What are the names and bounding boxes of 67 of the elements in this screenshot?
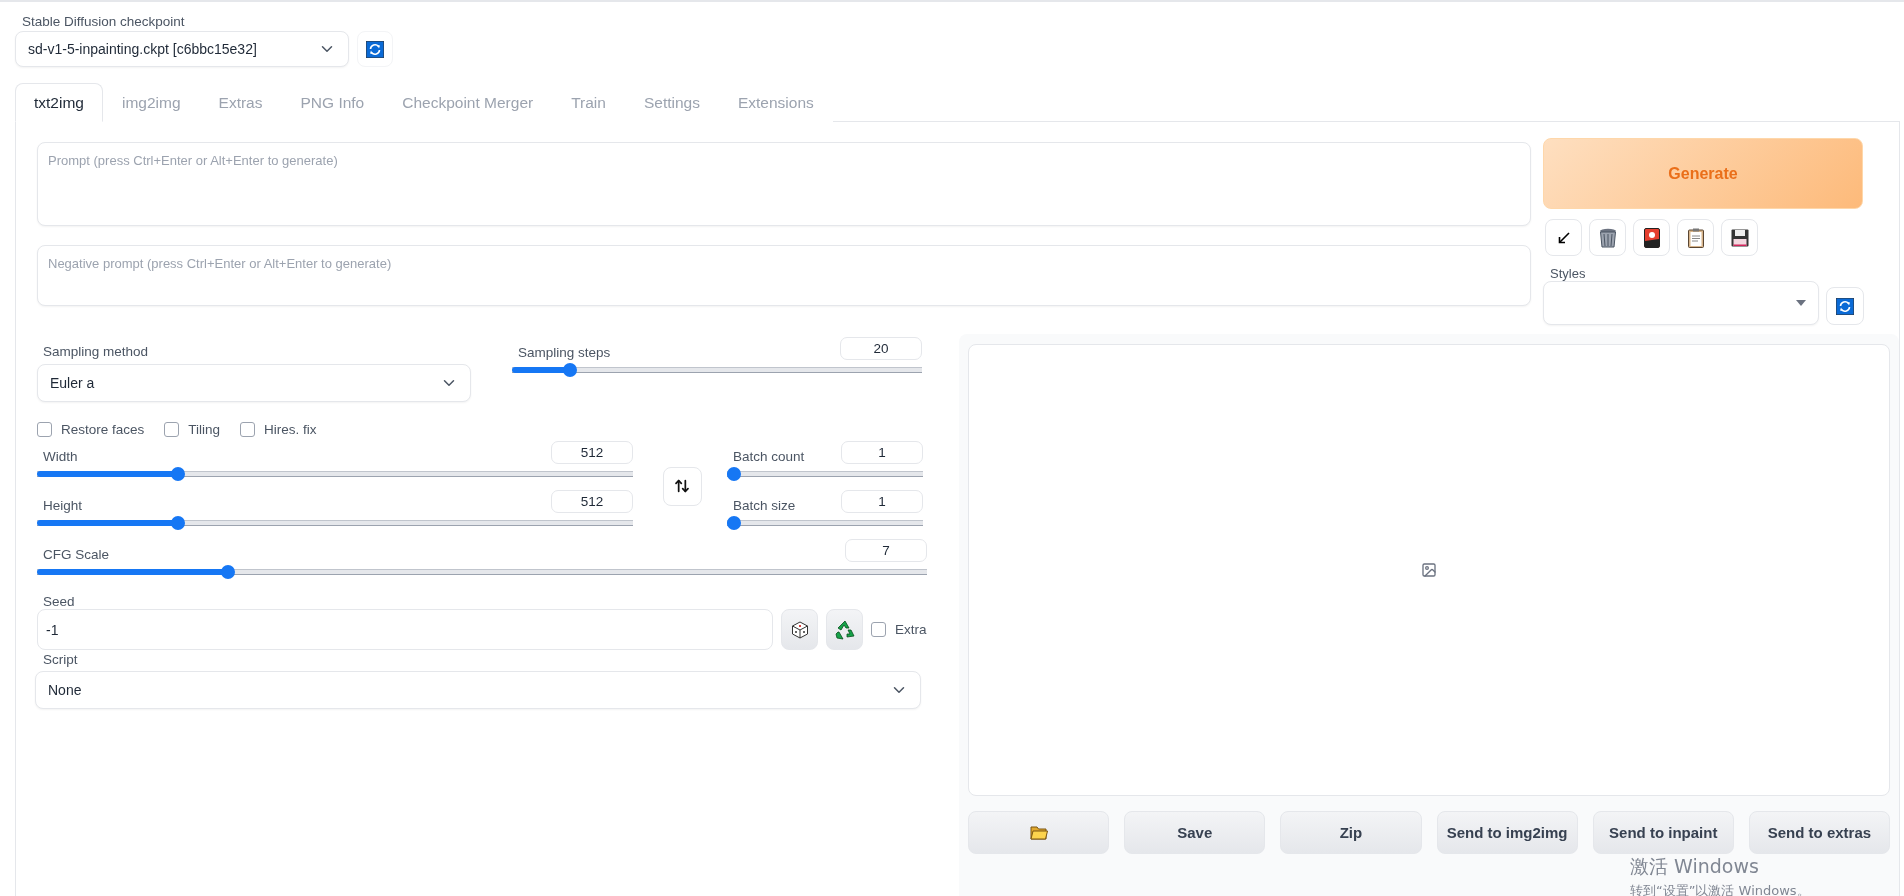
styles-label: Styles (1549, 266, 1587, 281)
tab[interactable]: txt2img (15, 83, 103, 122)
refresh-button[interactable] (357, 31, 393, 67)
gallery-button[interactable]: Send to extras (1748, 811, 1891, 854)
caret-icon (1796, 300, 1806, 306)
recycle-icon (834, 619, 855, 640)
slider-thumb[interactable] (727, 467, 741, 481)
gallery-button[interactable]: Send to img2img (1436, 811, 1578, 854)
sampling-method-dropdown[interactable]: Euler a (37, 364, 471, 402)
arrow-icon (1556, 230, 1571, 245)
card-icon (1643, 227, 1660, 248)
slider-label: Batch size (733, 498, 796, 513)
slider-label: CFG Scale (43, 547, 110, 562)
checkpoint-dropdown[interactable]: sd-v1-5-inpainting.ckpt [c6bbc15e32] (15, 31, 349, 67)
open-folder-button[interactable] (968, 811, 1110, 854)
checkbox[interactable] (37, 422, 52, 437)
checkbox-label: Hires. fix (264, 422, 317, 437)
folder-icon (1029, 825, 1048, 840)
swap-icon (674, 478, 690, 494)
slider-thumb[interactable] (563, 363, 578, 377)
checkbox[interactable] (164, 422, 180, 437)
trash-icon (1598, 227, 1617, 248)
script-dropdown[interactable]: None (35, 671, 921, 709)
checkbox-label: Restore faces (61, 422, 145, 437)
negative-prompt-field[interactable]: Negative prompt (press Ctrl+Enter or Alt+Enter to generate) (37, 245, 1531, 306)
slider-thumb[interactable] (170, 516, 185, 530)
slider-label: Width (43, 449, 78, 464)
checkbox-label: Extra (895, 622, 927, 637)
slider-label: Height (43, 498, 83, 513)
checkbox-label: Tiling (188, 422, 221, 437)
checkbox[interactable] (240, 422, 256, 437)
number-field[interactable]: 20 (840, 337, 922, 360)
slider-thumb[interactable] (170, 467, 185, 481)
gallery-button[interactable]: Send to inpaint (1592, 811, 1734, 854)
dice-icon (790, 620, 809, 639)
refresh-icon (1836, 297, 1854, 315)
number-field[interactable]: 512 (551, 490, 633, 513)
save-style-button[interactable] (1721, 219, 1758, 256)
checkbox[interactable] (871, 622, 886, 637)
number-field[interactable]: 7 (845, 539, 927, 562)
prompt-field[interactable]: Prompt (press Ctrl+Enter or Alt+Enter to generate) (37, 142, 1531, 226)
reuse-seed-button[interactable] (826, 609, 863, 650)
card-button[interactable] (1633, 219, 1670, 256)
number-field[interactable]: 512 (551, 441, 633, 464)
slider-thumb[interactable] (220, 565, 235, 579)
number-field[interactable]: 1 (841, 441, 923, 464)
slider-label: Batch count (733, 449, 805, 464)
refresh-icon (366, 40, 384, 58)
paste-button[interactable] (1545, 219, 1582, 256)
gallery-button[interactable]: Zip (1280, 811, 1422, 854)
random-seed-button[interactable] (781, 609, 818, 650)
clipboard-button[interactable] (1677, 219, 1714, 256)
checkpoint-label: Stable Diffusion checkpoint (21, 14, 186, 29)
seed-label: Seed (42, 594, 76, 609)
slider-label: Sampling steps (518, 345, 611, 360)
slider-thumb[interactable] (727, 516, 741, 530)
number-field[interactable]: 1 (841, 490, 923, 513)
gallery-button[interactable]: Save (1124, 811, 1266, 854)
refresh-button[interactable] (1826, 287, 1864, 325)
clipboard-icon (1687, 227, 1704, 248)
image-icon (1421, 562, 1437, 578)
seed-field[interactable]: -1 (37, 609, 773, 650)
activation-title: 激活 Windows (1630, 854, 1760, 879)
clear-button[interactable] (1589, 219, 1626, 256)
swap-button[interactable] (662, 466, 702, 506)
script-label: Script (42, 652, 79, 667)
sampling-method-label: Sampling method (42, 344, 150, 359)
